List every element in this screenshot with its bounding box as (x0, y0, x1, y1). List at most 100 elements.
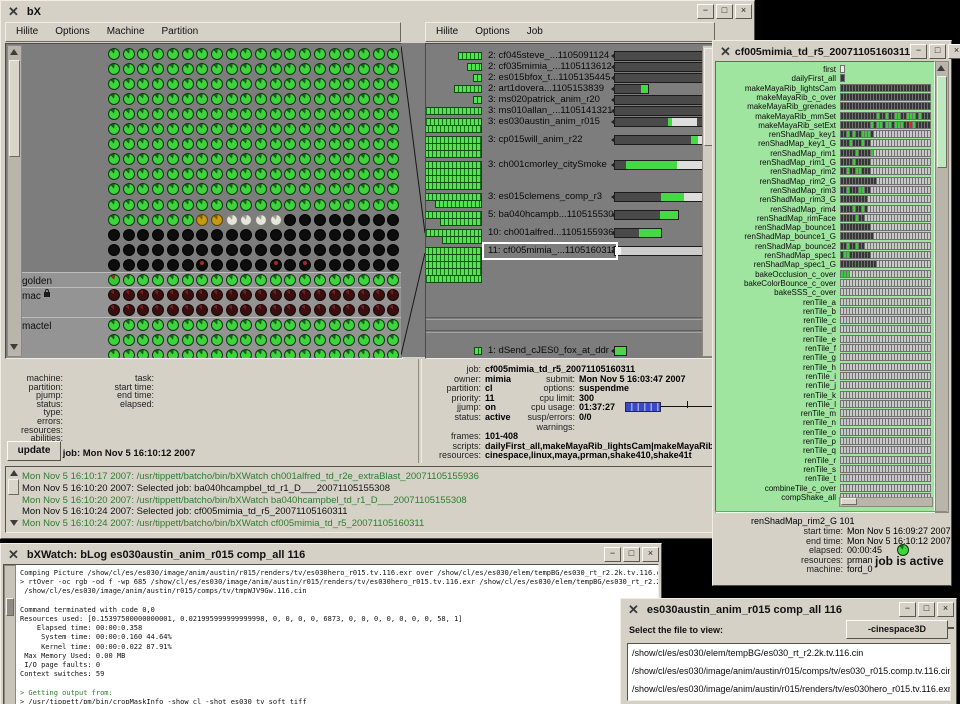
machine-circle[interactable] (152, 183, 164, 195)
machine-circle[interactable] (284, 349, 296, 359)
machine-circle[interactable] (137, 78, 149, 90)
task-row-label[interactable]: makeMayaRib_mmSet (718, 112, 836, 121)
machine-circle[interactable] (387, 259, 399, 271)
machine-circle[interactable] (108, 93, 120, 105)
machine-circle[interactable] (182, 183, 194, 195)
task-row-label[interactable]: renTile_a (718, 298, 836, 307)
machine-circle[interactable] (329, 259, 341, 271)
machine-circle[interactable] (167, 334, 179, 346)
machine-circle[interactable] (196, 63, 208, 75)
machine-circle[interactable] (387, 183, 399, 195)
machine-circle[interactable] (137, 93, 149, 105)
partition-label-golden[interactable]: golden (22, 276, 52, 287)
job-row[interactable]: 2: es015bfox_t...1105135445 (426, 72, 702, 83)
machine-circle[interactable] (329, 63, 341, 75)
machine-circle[interactable] (137, 63, 149, 75)
machine-circle[interactable] (329, 93, 341, 105)
machine-circle[interactable] (299, 199, 311, 211)
machine-circle[interactable] (152, 108, 164, 120)
machine-circle[interactable] (240, 289, 252, 301)
task-row-label[interactable]: renShadMap_bounce1 (718, 223, 836, 232)
grid-scroll-down-icon[interactable] (10, 344, 18, 350)
machine-circle[interactable] (284, 229, 296, 241)
machine-circle[interactable] (343, 138, 355, 150)
machine-circle[interactable] (152, 63, 164, 75)
job-row[interactable]: 11: cf005mimia_...1105160311 (426, 245, 702, 284)
machine-circle[interactable] (343, 78, 355, 90)
machine-circle[interactable] (123, 183, 135, 195)
machine-circle[interactable] (123, 138, 135, 150)
job-row[interactable]: 3: es015clemens_comp_r3 (426, 191, 702, 209)
task-row-label[interactable]: bakeColorBounce_c_over (718, 279, 836, 288)
machine-circle[interactable] (167, 304, 179, 316)
machine-circle[interactable] (226, 183, 238, 195)
machine-circle[interactable] (329, 319, 341, 331)
machine-circle[interactable] (329, 244, 341, 256)
machine-circle[interactable] (108, 274, 120, 286)
machine-circle[interactable] (329, 168, 341, 180)
machine-circle[interactable] (226, 319, 238, 331)
machine-circle[interactable] (387, 349, 399, 359)
machine-circle[interactable] (373, 319, 385, 331)
menu-hilite[interactable]: Hilite (436, 26, 458, 41)
machine-circle[interactable] (284, 259, 296, 271)
machine-circle[interactable] (196, 274, 208, 286)
close-button[interactable]: × (642, 547, 659, 562)
machine-circle[interactable] (123, 48, 135, 60)
machine-circle[interactable] (137, 214, 149, 226)
machine-circle[interactable] (108, 123, 120, 135)
machine-circle[interactable] (167, 153, 179, 165)
machine-circle[interactable] (284, 244, 296, 256)
machine-circle[interactable] (226, 78, 238, 90)
machine-circle[interactable] (255, 304, 267, 316)
machine-circle[interactable] (240, 183, 252, 195)
task-scroll-up-icon[interactable] (937, 65, 945, 71)
machine-circle[interactable] (108, 138, 120, 150)
machine-circle[interactable] (196, 48, 208, 60)
machine-circle[interactable] (226, 199, 238, 211)
machine-circle[interactable] (255, 138, 267, 150)
machine-circle[interactable] (299, 48, 311, 60)
machine-circle[interactable] (358, 93, 370, 105)
machine-circle[interactable] (152, 214, 164, 226)
task-row-label[interactable]: combineTile_c_over (718, 484, 836, 493)
machine-circle[interactable] (196, 138, 208, 150)
machine-circle[interactable] (343, 259, 355, 271)
machine-circle[interactable] (270, 214, 282, 226)
machine-circle[interactable] (358, 289, 370, 301)
task-row-label[interactable]: renShadMap_rim3_G (718, 195, 836, 204)
task-hscrollbar-thumb[interactable] (841, 498, 857, 505)
task-row-label[interactable]: makeMayaRib_c_over (718, 93, 836, 102)
machine-circle[interactable] (299, 334, 311, 346)
task-row-label[interactable]: renShadMap_rimFace (718, 214, 836, 223)
machine-circle[interactable] (270, 274, 282, 286)
task-row-label[interactable]: renShadMap_rim1_G (718, 158, 836, 167)
task-row-label[interactable]: renTile_o (718, 428, 836, 437)
task-row-label[interactable]: renTile_f (718, 344, 836, 353)
machine-circle[interactable] (373, 274, 385, 286)
log-scrollbar-thumb[interactable] (8, 479, 19, 495)
machine-circle[interactable] (314, 78, 326, 90)
job-row[interactable]: 1: dSend_cJES0_fox_at_ddr (426, 345, 702, 356)
grid-scrollbar[interactable] (7, 45, 22, 357)
machine-circle[interactable] (284, 183, 296, 195)
machine-circle[interactable] (255, 349, 267, 359)
task-row-label[interactable]: renTile_i (718, 372, 836, 381)
machine-circle[interactable] (167, 199, 179, 211)
machine-circle[interactable] (358, 349, 370, 359)
machine-circle[interactable] (182, 229, 194, 241)
machine-circle[interactable] (358, 259, 370, 271)
machine-circle[interactable] (314, 289, 326, 301)
machine-circle[interactable] (240, 199, 252, 211)
machine-circle[interactable] (226, 138, 238, 150)
machine-circle[interactable] (123, 259, 135, 271)
close-button[interactable]: × (937, 602, 954, 617)
machine-circle[interactable] (167, 349, 179, 359)
machine-circle[interactable] (255, 123, 267, 135)
machine-circle[interactable] (137, 199, 149, 211)
machine-circle[interactable] (270, 138, 282, 150)
machine-circle[interactable] (373, 304, 385, 316)
machine-circle[interactable] (137, 244, 149, 256)
machine-circle[interactable] (108, 153, 120, 165)
machine-circle[interactable] (211, 153, 223, 165)
